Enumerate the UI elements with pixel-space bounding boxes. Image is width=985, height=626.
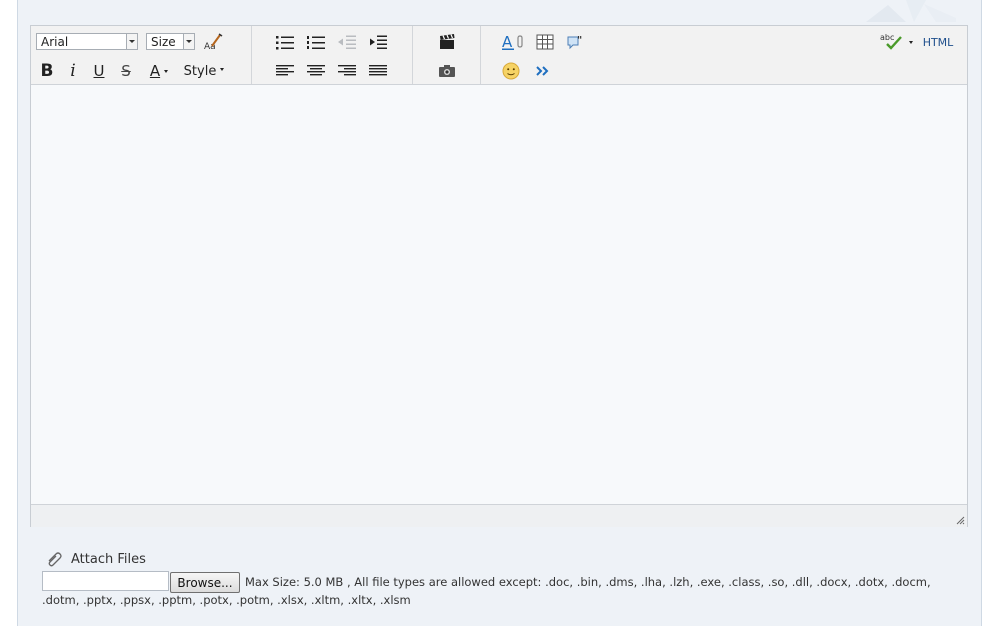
toolbar-separator	[251, 26, 252, 84]
font-family-select[interactable]: Arial	[36, 33, 138, 50]
align-right-icon[interactable]	[336, 61, 358, 81]
svg-text:abc: abc	[880, 33, 894, 42]
watermark-logo	[866, 0, 956, 22]
attach-files-header: Attach Files	[45, 551, 146, 567]
dropdown-arrow-icon[interactable]	[183, 34, 194, 49]
toolbar-separator	[480, 26, 481, 84]
svg-text:": "	[577, 35, 582, 46]
clear-formatting-icon[interactable]: Aa	[202, 32, 224, 52]
bulleted-list-icon[interactable]	[274, 32, 296, 52]
strikethrough-button[interactable]: S	[118, 61, 134, 81]
svg-text:A: A	[502, 33, 513, 51]
dropdown-arrow-icon	[905, 32, 913, 51]
rich-text-editor: Arial Size Aa B i U S A Style A " abc HT…	[30, 25, 968, 527]
editor-toolbar: Arial Size Aa B i U S A Style A " abc HT…	[31, 26, 967, 85]
html-mode-button[interactable]: HTML	[921, 32, 955, 52]
style-label: Style	[183, 63, 217, 79]
attachment-size-note: Max Size: 5.0 MB , All file types are al…	[42, 575, 931, 607]
dropdown-arrow-icon[interactable]	[126, 34, 137, 49]
quote-icon[interactable]: "	[565, 32, 587, 52]
editor-content-area[interactable]	[31, 85, 967, 504]
font-size-select[interactable]: Size	[146, 33, 195, 50]
spellcheck-icon: abc	[880, 33, 902, 50]
camera-icon[interactable]	[436, 61, 458, 81]
paperclip-icon	[48, 552, 62, 567]
font-family-value: Arial	[41, 35, 69, 49]
font-color-button[interactable]: A	[145, 61, 173, 81]
font-size-value: Size	[151, 35, 176, 49]
toolbar-separator	[412, 26, 413, 84]
numbered-list-icon[interactable]	[305, 32, 327, 52]
align-center-icon[interactable]	[305, 61, 327, 81]
align-left-icon[interactable]	[274, 61, 296, 81]
outdent-icon[interactable]	[336, 32, 358, 52]
indent-icon[interactable]	[367, 32, 389, 52]
smiley-icon[interactable]	[500, 61, 522, 81]
film-clapper-icon[interactable]	[436, 32, 458, 52]
justify-icon[interactable]	[367, 61, 389, 81]
double-chevron-right-icon[interactable]	[532, 61, 554, 81]
table-icon[interactable]	[534, 32, 556, 52]
resize-grip-icon[interactable]	[955, 515, 965, 525]
style-dropdown[interactable]: Style	[181, 61, 227, 81]
bold-button[interactable]: B	[38, 61, 56, 81]
font-color-icon: A	[150, 62, 168, 80]
underline-button[interactable]: U	[91, 61, 107, 81]
insert-attachment-icon[interactable]: A	[501, 32, 525, 52]
italic-button[interactable]: i	[66, 61, 80, 81]
editor-status-bar	[31, 504, 967, 527]
spellcheck-button[interactable]: abc	[877, 31, 915, 51]
attach-files-title: Attach Files	[71, 551, 146, 567]
